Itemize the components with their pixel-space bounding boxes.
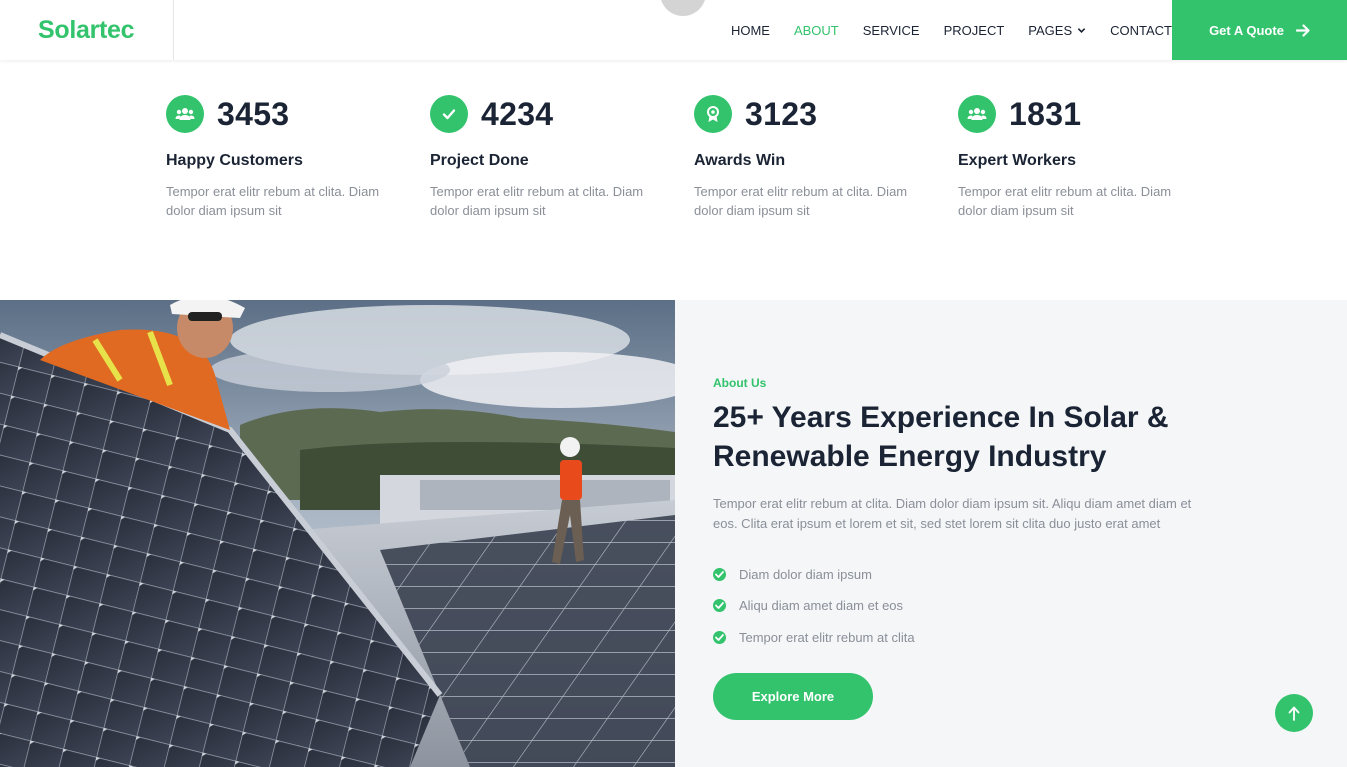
about-image	[0, 300, 675, 767]
get-a-quote-button[interactable]: Get A Quote	[1172, 0, 1347, 60]
fact-text: Tempor erat elitr rebum at clita. Diam d…	[958, 184, 1172, 218]
list-item-text: Diam dolor diam ipsum	[739, 566, 872, 582]
nav-item-service[interactable]: SERVICE	[863, 23, 920, 38]
nav-item-contact[interactable]: CONTACT	[1110, 23, 1172, 38]
nav-item-project[interactable]: PROJECT	[944, 23, 1005, 38]
section-label: About Us	[713, 376, 767, 390]
nav-item-pages-label: PAGES	[1028, 22, 1073, 38]
users-icon	[166, 95, 204, 133]
list-item-text: Tempor erat elitr rebum at clita	[739, 629, 915, 645]
check-circle-icon	[713, 630, 726, 644]
fact-number: 3453	[217, 95, 290, 132]
get-a-quote-label: Get A Quote	[1209, 22, 1284, 38]
fact-title: Expert Workers	[958, 152, 1076, 169]
list-item: Tempor erat elitr rebum at clita	[713, 627, 915, 647]
fact-text: Tempor erat elitr rebum at clita. Diam d…	[694, 184, 908, 218]
fact-project-done: 4234 Project Done Tempor erat elitr rebu…	[430, 95, 670, 220]
users-icon	[958, 95, 996, 133]
nav-item-about[interactable]: ABOUT	[794, 23, 839, 38]
fact-expert-workers: 1831 Expert Workers Tempor erat elitr re…	[958, 95, 1198, 220]
list-item-text: Aliqu diam amet diam et eos	[739, 598, 904, 613]
nav-item-home[interactable]: HOME	[731, 23, 770, 38]
fact-number: 4234	[481, 95, 554, 132]
list-item: Diam dolor diam ipsum	[713, 564, 915, 584]
back-to-top-button[interactable]	[1275, 694, 1313, 732]
fact-text: Tempor erat elitr rebum at clita. Diam d…	[430, 184, 644, 218]
nav-item-pages[interactable]: PAGES	[1028, 23, 1086, 38]
fact-awards-win: 3123 Awards Win Tempor erat elitr rebum …	[694, 95, 934, 220]
section-title: 25+ Years Experience In Solar & Renewabl…	[713, 401, 1169, 473]
check-circle-icon	[713, 567, 726, 581]
arrow-up-icon	[1288, 706, 1300, 721]
feature-checklist: Diam dolor diam ipsum Aliqu diam amet di…	[713, 564, 915, 659]
about-description: Tempor erat elitr rebum at clita. Diam d…	[713, 496, 1192, 531]
fact-number: 1831	[1009, 95, 1082, 132]
fact-title: Happy Customers	[166, 152, 303, 169]
fact-happy-customers: 3453 Happy Customers Tempor erat elitr r…	[166, 95, 406, 220]
nav-menu: HOME ABOUT SERVICE PROJECT PAGES CONTACT	[707, 0, 1172, 60]
arrow-right-icon	[1295, 23, 1310, 37]
fact-text: Tempor erat elitr rebum at clita. Diam d…	[166, 184, 380, 218]
check-icon	[430, 95, 468, 133]
fact-title: Project Done	[430, 152, 529, 169]
fact-number: 3123	[745, 95, 818, 132]
brand-name: Solartec	[38, 15, 135, 44]
list-item: Aliqu diam amet diam et eos	[713, 596, 915, 616]
award-icon	[694, 95, 732, 133]
check-circle-icon	[713, 599, 726, 612]
chevron-down-icon	[1077, 27, 1086, 33]
decorative-circle	[660, 0, 706, 16]
navbar: Solartec HOME ABOUT SERVICE PROJECT PAGE…	[0, 0, 1347, 60]
brand-logo[interactable]: Solartec	[0, 0, 174, 60]
explore-more-button[interactable]: Explore More	[713, 673, 873, 720]
fact-title: Awards Win	[694, 152, 786, 169]
